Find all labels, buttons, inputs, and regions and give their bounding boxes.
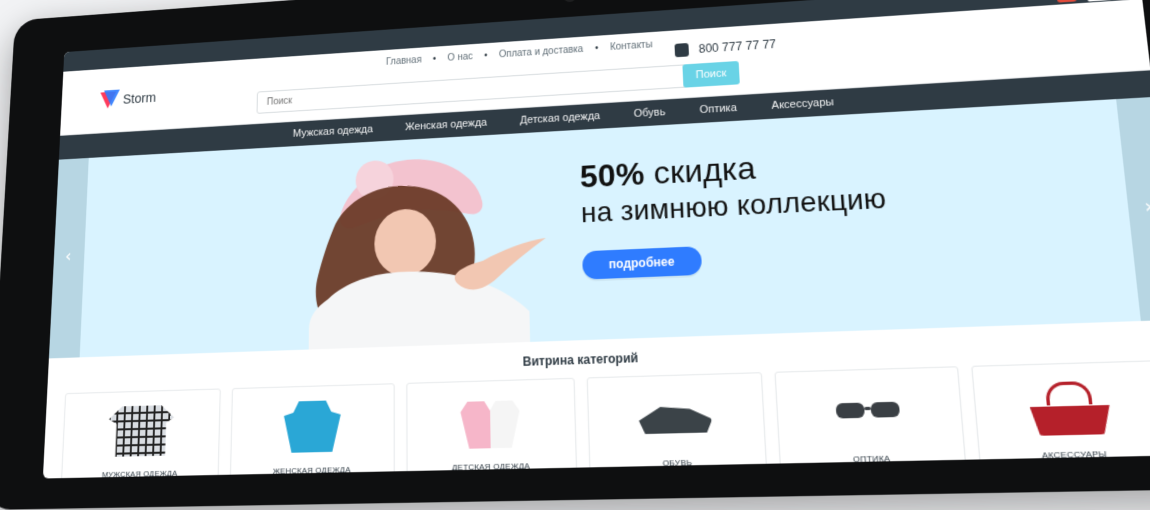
category-nav-optics[interactable]: Оптика [699,102,737,116]
top-link-contacts[interactable]: Контакты [610,40,653,53]
search-button[interactable]: Поиск [682,61,739,88]
top-links-separator: • [484,51,488,62]
brand-name: Storm [123,90,157,107]
hero-copy: 50% скидка на зимнюю коллекцию подробнее [579,133,1070,279]
glasses-icon [829,384,909,440]
category-nav-men[interactable]: Мужская одежда [293,124,373,140]
kids-clothes-icon [455,395,526,449]
more-details-button[interactable]: подробнее [582,246,702,280]
brand-logo[interactable]: Storm [100,89,156,109]
bag-icon [1027,378,1112,436]
category-card-label: ЖЕНСКАЯ ОДЕЖДА [231,464,393,477]
dress-icon [278,400,346,453]
top-links-separator: • [433,54,436,64]
category-card-kids[interactable]: ДЕТСКАЯ ОДЕЖДА [406,378,577,479]
chevron-right-icon[interactable]: › [1133,193,1150,220]
device-frame: 0 Storm Главная • О нас • Оплата и доста… [0,0,1150,510]
category-card-label: ДЕТСКАЯ ОДЕЖДА [407,460,576,473]
website-screen: 0 Storm Главная • О нас • Оплата и доста… [43,0,1150,479]
category-card-accessories[interactable]: АКСЕССУАРЫ [971,360,1150,474]
category-nav-kids[interactable]: Детская одежда [520,110,600,126]
phone-icon [674,43,689,57]
hero-headline-rest: скидка [653,150,757,191]
hero-headline-bold: 50% [579,156,645,195]
category-nav-accessories[interactable]: Аксессуары [771,96,834,112]
phone-number[interactable]: 800 777 77 77 [698,37,776,56]
top-link-payment-delivery[interactable]: Оплата и доставка [499,44,584,60]
top-link-home[interactable]: Главная [386,55,422,68]
bag-handle [1044,381,1092,405]
top-link-about[interactable]: О нас [447,52,472,64]
category-card-men[interactable]: МУЖСКАЯ ОДЕЖДА [61,388,221,478]
category-card-label: ОБУВЬ [590,456,766,469]
phone-block: 800 777 77 77 [674,37,776,57]
shirt-icon [108,405,175,457]
notification-badge[interactable]: 0 [1056,0,1077,3]
category-nav-shoes[interactable]: Обувь [634,106,666,120]
hero-photo [242,139,595,358]
category-nav-women[interactable]: Женская одежда [405,117,487,133]
chevron-left-icon[interactable]: ‹ [57,244,79,268]
category-card-label: ОПТИКА [781,452,965,466]
category-card-label: МУЖСКАЯ ОДЕЖДА [62,468,218,479]
category-card-women[interactable]: ЖЕНСКАЯ ОДЕЖДА [230,383,394,478]
category-card-shoes[interactable]: ОБУВЬ [587,372,768,478]
top-links-separator: • [595,43,599,54]
shoe-icon [638,390,714,445]
category-card-optics[interactable]: ОПТИКА [775,366,967,478]
logo-mark-icon [100,92,116,109]
